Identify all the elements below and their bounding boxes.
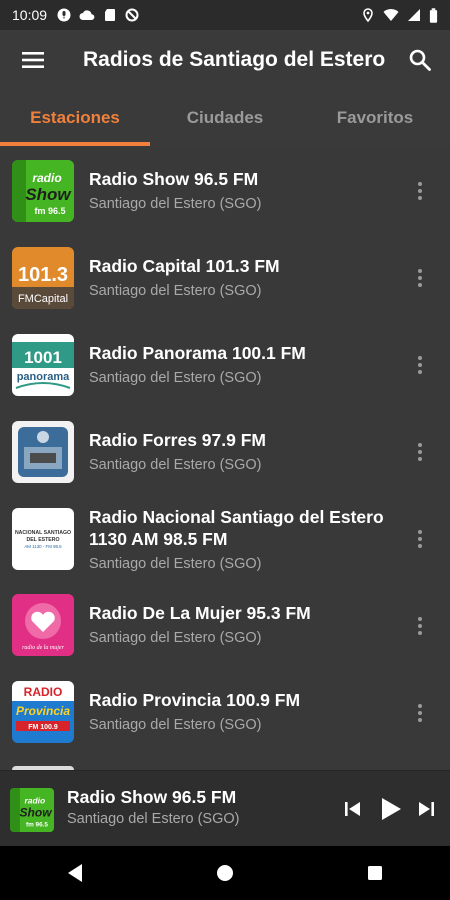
svg-text:radio: radio — [24, 796, 45, 806]
svg-text:DEL ESTERO: DEL ESTERO — [26, 537, 59, 543]
skip-previous-icon[interactable] — [337, 793, 369, 825]
signal-icon — [408, 9, 420, 21]
station-logo-radio-provincia: RADIO Provincia FM 100.9 — [12, 681, 74, 743]
list-item[interactable]: radio de la mujer Radio De La Mujer 95.3… — [0, 594, 450, 681]
svg-text:1001: 1001 — [24, 348, 62, 367]
svg-text:FM 100.9: FM 100.9 — [28, 724, 58, 731]
more-options-icon[interactable] — [410, 698, 430, 728]
mic-icon — [57, 8, 71, 22]
wifi-icon — [383, 9, 399, 21]
svg-text:RADIO: RADIO — [24, 685, 63, 699]
station-name: Radio Nacional Santiago del Estero 1130 … — [89, 507, 384, 549]
more-options-icon[interactable] — [410, 263, 430, 293]
home-icon[interactable] — [210, 858, 240, 888]
list-item[interactable]: RADIO Provincia FM 100.9 Radio Provincia… — [0, 681, 450, 768]
svg-text:radio de la mujer: radio de la mujer — [22, 645, 64, 651]
station-name: Radio Panorama 100.1 FM — [89, 343, 306, 363]
app-bar: Radios de Santiago del Estero — [0, 30, 450, 90]
system-navigation-bar — [0, 846, 450, 900]
list-item[interactable]: radio Show fm 96.5 Radio Show 96.5 FM Sa… — [0, 146, 450, 233]
svg-text:NACIONAL SANTIAGO: NACIONAL SANTIAGO — [15, 530, 71, 536]
station-location: Santiago del Estero (SGO) — [89, 630, 262, 646]
station-logo-radio-nacional: NACIONAL SANTIAGO DEL ESTERO AM 1130 - F… — [12, 508, 74, 570]
station-name: Radio De La Mujer 95.3 FM — [89, 603, 311, 623]
tab-estaciones[interactable]: Estaciones — [0, 90, 150, 146]
list-item[interactable]: Radio Forres 97.9 FM Santiago del Estero… — [0, 407, 450, 494]
svg-text:Show: Show — [25, 185, 72, 204]
more-options-icon[interactable] — [410, 437, 430, 467]
skip-next-icon[interactable] — [410, 793, 442, 825]
svg-text:radio: radio — [32, 171, 61, 185]
station-name: Radio Forres 97.9 FM — [89, 430, 266, 450]
list-item[interactable]: 101.3 FMCapital Radio Capital 101.3 FM S… — [0, 233, 450, 320]
status-time: 10:09 — [12, 7, 48, 23]
now-playing-logo: radio Show fm 96.5 — [10, 788, 54, 832]
more-options-icon[interactable] — [410, 611, 430, 641]
search-icon[interactable] — [400, 40, 440, 80]
more-options-icon[interactable] — [410, 350, 430, 380]
tab-favoritos[interactable]: Favoritos — [300, 90, 450, 146]
battery-icon — [429, 7, 438, 23]
svg-text:Show: Show — [19, 805, 53, 819]
svg-text:FMCapital: FMCapital — [18, 293, 68, 305]
station-logo-radio-panorama: 1001 panorama — [12, 334, 74, 396]
more-options-icon[interactable] — [410, 524, 430, 554]
sd-card-icon — [105, 9, 116, 21]
now-playing-location: Santiago del Estero (SGO) — [67, 811, 240, 827]
location-icon — [363, 8, 373, 22]
station-logo-radio-de-la-mujer: radio de la mujer — [12, 594, 74, 656]
station-location: Santiago del Estero (SGO) — [89, 556, 262, 572]
station-list: radio Show fm 96.5 Radio Show 96.5 FM Sa… — [0, 146, 450, 770]
cloud-icon — [79, 10, 95, 20]
station-location: Santiago del Estero (SGO) — [89, 370, 262, 386]
no-sim-icon — [125, 8, 139, 22]
station-logo-radio-forres — [12, 421, 74, 483]
station-location: Santiago del Estero (SGO) — [89, 457, 262, 473]
svg-text:AM 1130 - FM 98.5: AM 1130 - FM 98.5 — [24, 544, 62, 549]
tab-bar: Estaciones Ciudades Favoritos — [0, 90, 450, 146]
svg-text:fm 96.5: fm 96.5 — [26, 821, 48, 828]
now-playing-title: Radio Show 96.5 FM — [67, 787, 237, 807]
more-options-icon[interactable] — [410, 176, 430, 206]
station-name: Radio Capital 101.3 FM — [89, 256, 280, 276]
svg-text:Provincia: Provincia — [16, 704, 70, 718]
back-icon[interactable] — [60, 858, 90, 888]
svg-text:panorama: panorama — [17, 371, 70, 383]
play-icon[interactable] — [375, 793, 407, 825]
tab-ciudades[interactable]: Ciudades — [150, 90, 300, 146]
station-logo-radio-capital: 101.3 FMCapital — [12, 247, 74, 309]
svg-text:101.3: 101.3 — [18, 264, 68, 286]
station-logo-radio-show: radio Show fm 96.5 — [12, 160, 74, 222]
list-item[interactable]: NACIONAL SANTIAGO DEL ESTERO AM 1130 - F… — [0, 494, 450, 594]
now-playing-bar[interactable]: radio Show fm 96.5 Radio Show 96.5 FM Sa… — [0, 770, 450, 847]
station-location: Santiago del Estero (SGO) — [89, 283, 262, 299]
station-name: Radio Provincia 100.9 FM — [89, 690, 301, 710]
station-name: Radio Show 96.5 FM — [89, 169, 259, 189]
recents-icon[interactable] — [360, 858, 390, 888]
station-location: Santiago del Estero (SGO) — [89, 717, 262, 733]
hamburger-menu-icon[interactable] — [13, 40, 53, 80]
list-item[interactable]: 1001 panorama Radio Panorama 100.1 FM Sa… — [0, 320, 450, 407]
app-title: Radios de Santiago del Estero — [83, 48, 386, 71]
status-bar: 10:09 — [0, 0, 450, 30]
station-location: Santiago del Estero (SGO) — [89, 196, 262, 212]
svg-text:fm 96.5: fm 96.5 — [34, 206, 65, 216]
